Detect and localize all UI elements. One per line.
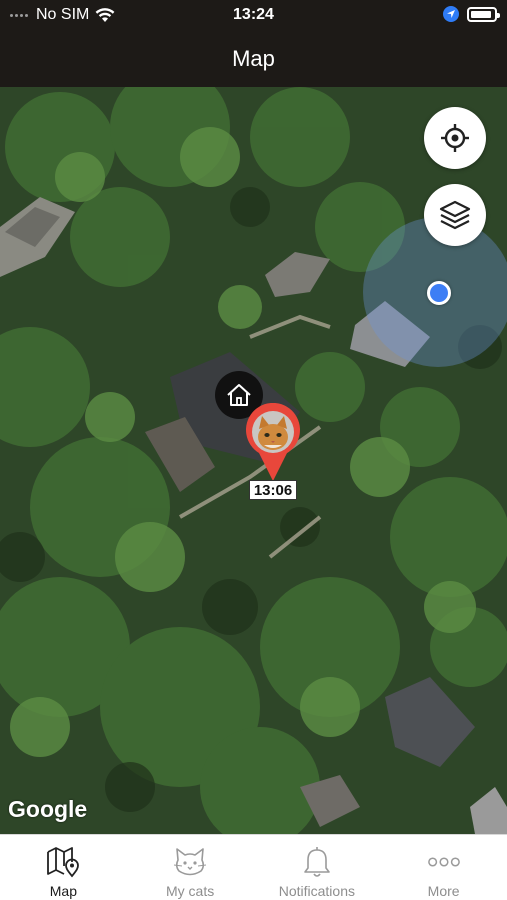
google-attribution-logo: Google (8, 796, 88, 822)
crosshair-icon (441, 124, 469, 152)
tab-map[interactable]: Map (0, 835, 127, 900)
tab-label: Map (49, 883, 77, 899)
layers-icon (439, 200, 471, 230)
status-bar: No SIM 13:24 (0, 0, 507, 30)
location-services-icon (443, 6, 459, 22)
tab-bar: Map My cats Notifications More (0, 834, 507, 900)
more-dots-icon (427, 845, 461, 879)
battery-icon (467, 6, 500, 22)
map-layers-button[interactable] (424, 184, 486, 246)
tab-label: Notifications (278, 883, 355, 899)
status-right (443, 6, 500, 22)
tab-label: More (427, 883, 460, 899)
tab-label: My cats (166, 883, 215, 899)
map-icon (46, 845, 80, 879)
nav-bar: Map (0, 30, 507, 87)
cat-location-pin[interactable] (244, 403, 302, 483)
cat-icon (173, 845, 207, 879)
status-time: 13:24 (233, 6, 274, 23)
cat-last-seen-time: 13:06 (249, 480, 297, 500)
cat-avatar (252, 411, 294, 453)
bell-icon (300, 845, 334, 879)
map-view[interactable]: 13:06 Google (0, 87, 507, 834)
page-title: Map (232, 46, 275, 71)
tab-more[interactable]: More (380, 835, 507, 900)
center-location-button[interactable] (424, 107, 486, 169)
user-location-dot (427, 281, 451, 305)
tab-notifications[interactable]: Notifications (254, 835, 381, 900)
tab-my-cats[interactable]: My cats (127, 835, 254, 900)
